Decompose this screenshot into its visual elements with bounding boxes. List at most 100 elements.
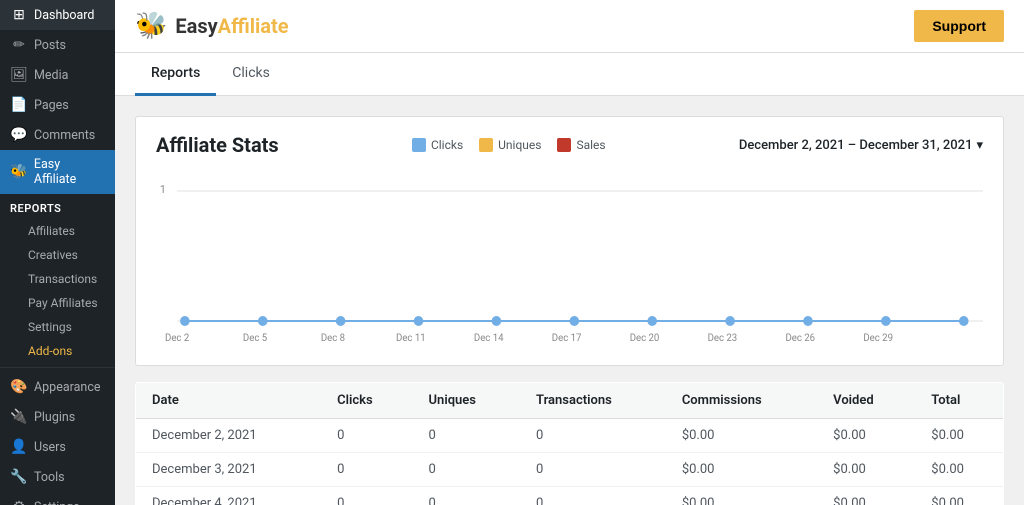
table-body: December 2, 2021000$0.00$0.00$0.00Decemb… xyxy=(136,419,1004,505)
sidebar-item-users[interactable]: 👤 Users xyxy=(0,432,115,462)
cell-1-5: $0.00 xyxy=(817,453,915,487)
cell-1-0: December 3, 2021 xyxy=(136,453,322,487)
comments-icon: 💬 xyxy=(10,127,28,143)
sidebar-item-easy-affiliate[interactable]: 🐝 Easy Affiliate xyxy=(0,150,115,194)
sidebar-item-dashboard[interactable]: ⊞ Dashboard xyxy=(0,0,115,30)
svg-text:Dec 14: Dec 14 xyxy=(474,333,504,344)
sidebar-sub-settings[interactable]: Settings xyxy=(0,315,115,339)
cell-0-4: $0.00 xyxy=(666,419,817,453)
svg-text:Dec 17: Dec 17 xyxy=(552,333,582,344)
legend-uniques-label: Uniques xyxy=(498,138,541,152)
svg-text:Dec 23: Dec 23 xyxy=(708,333,738,344)
cell-2-5: $0.00 xyxy=(817,487,915,505)
svg-text:Dec 29: Dec 29 xyxy=(863,333,893,344)
sidebar-item-label: Appearance xyxy=(34,380,101,395)
tab-reports[interactable]: Reports xyxy=(135,53,216,96)
svg-text:Dec 2: Dec 2 xyxy=(165,333,190,344)
sidebar-item-tools[interactable]: 🔧 Tools xyxy=(0,462,115,492)
col-voided: Voided xyxy=(817,383,915,419)
chart-svg: 1 xyxy=(156,173,983,353)
svg-text:Dec 20: Dec 20 xyxy=(630,333,660,344)
cell-0-0: December 2, 2021 xyxy=(136,419,322,453)
stats-table: Date Clicks Uniques Transactions Commiss… xyxy=(135,382,1004,505)
logo: 🐝 EasyAffiliate xyxy=(135,11,289,41)
col-transactions: Transactions xyxy=(520,383,666,419)
legend-clicks: Clicks xyxy=(412,138,463,152)
cell-0-1: 0 xyxy=(321,419,412,453)
sidebar-sub-affiliates[interactable]: Affiliates xyxy=(0,219,115,243)
sidebar-sub-transactions[interactable]: Transactions xyxy=(0,267,115,291)
logo-affiliate: Affiliate xyxy=(218,14,289,38)
legend-clicks-dot xyxy=(412,138,426,152)
cell-0-6: $0.00 xyxy=(915,419,1003,453)
reports-section-label: Reports xyxy=(0,194,115,219)
sidebar-sub-pay-affiliates[interactable]: Pay Affiliates xyxy=(0,291,115,315)
col-clicks: Clicks xyxy=(321,383,412,419)
chart-wrapper: 1 xyxy=(156,173,983,353)
legend-clicks-label: Clicks xyxy=(431,138,463,152)
cell-1-3: 0 xyxy=(520,453,666,487)
legend-sales-dot xyxy=(557,138,571,152)
table-row: December 4, 2021000$0.00$0.00$0.00 xyxy=(136,487,1004,505)
sidebar-item-pages[interactable]: 📄 Pages xyxy=(0,90,115,120)
cell-2-4: $0.00 xyxy=(666,487,817,505)
cell-2-1: 0 xyxy=(321,487,412,505)
sidebar-item-plugins[interactable]: 🔌 Plugins xyxy=(0,402,115,432)
tab-clicks[interactable]: Clicks xyxy=(216,53,286,96)
cell-1-1: 0 xyxy=(321,453,412,487)
chart-title: Affiliate Stats xyxy=(156,133,279,157)
cell-0-5: $0.00 xyxy=(817,419,915,453)
chart-header: Affiliate Stats Clicks Uniques Sales xyxy=(156,133,983,157)
logo-easy: Easy xyxy=(175,14,217,38)
cell-2-6: $0.00 xyxy=(915,487,1003,505)
chart-container: Affiliate Stats Clicks Uniques Sales xyxy=(135,116,1004,366)
cell-0-2: 0 xyxy=(413,419,521,453)
col-uniques: Uniques xyxy=(413,383,521,419)
legend-sales: Sales xyxy=(557,138,605,152)
chevron-down-icon: ▾ xyxy=(976,138,983,153)
sidebar-item-label: Posts xyxy=(34,38,66,53)
sidebar-item-label: Pages xyxy=(34,98,69,113)
sidebar-item-comments[interactable]: 💬 Comments xyxy=(0,120,115,150)
bee-icon: 🐝 xyxy=(10,164,28,180)
chart-legend: Clicks Uniques Sales xyxy=(412,138,606,152)
sidebar-sub-addons[interactable]: Add-ons xyxy=(0,339,115,363)
media-icon: 🖼 xyxy=(10,67,28,83)
pages-icon: 📄 xyxy=(10,97,28,113)
legend-sales-label: Sales xyxy=(576,138,605,152)
sidebar-item-label: Media xyxy=(34,68,68,83)
sidebar-item-label: Tools xyxy=(34,470,65,485)
sidebar-item-posts[interactable]: ✏ Posts xyxy=(0,30,115,60)
main-content: 🐝 EasyAffiliate Support Reports Clicks A… xyxy=(115,0,1024,505)
sidebar-sub-creatives[interactable]: Creatives xyxy=(0,243,115,267)
svg-text:Dec 8: Dec 8 xyxy=(321,333,345,344)
sidebar-item-media[interactable]: 🖼 Media xyxy=(0,60,115,90)
sidebar: ⊞ Dashboard ✏ Posts 🖼 Media 📄 Pages 💬 Co… xyxy=(0,0,115,505)
legend-uniques-dot xyxy=(479,138,493,152)
sidebar-item-label: Plugins xyxy=(34,410,75,425)
svg-text:1: 1 xyxy=(160,183,166,196)
logo-bee-icon: 🐝 xyxy=(135,11,167,41)
appearance-icon: 🎨 xyxy=(10,379,28,395)
svg-text:Dec 11: Dec 11 xyxy=(396,333,426,344)
sidebar-item-settings[interactable]: ⚙ Settings xyxy=(0,492,115,505)
logo-text: EasyAffiliate xyxy=(175,14,288,38)
tabs-bar: Reports Clicks xyxy=(115,53,1024,96)
cell-2-2: 0 xyxy=(413,487,521,505)
svg-text:Dec 26: Dec 26 xyxy=(785,333,815,344)
tools-icon: 🔧 xyxy=(10,469,28,485)
col-commissions: Commissions xyxy=(666,383,817,419)
cell-2-3: 0 xyxy=(520,487,666,505)
table-row: December 3, 2021000$0.00$0.00$0.00 xyxy=(136,453,1004,487)
svg-text:Dec 5: Dec 5 xyxy=(243,333,268,344)
sidebar-item-appearance[interactable]: 🎨 Appearance xyxy=(0,372,115,402)
cell-0-3: 0 xyxy=(520,419,666,453)
sidebar-item-label: Settings xyxy=(34,500,80,505)
sidebar-item-label: Easy Affiliate xyxy=(34,157,105,187)
date-range-picker[interactable]: December 2, 2021 – December 31, 2021 ▾ xyxy=(739,138,983,153)
support-button[interactable]: Support xyxy=(914,10,1004,42)
sidebar-item-label: Dashboard xyxy=(34,8,94,23)
sidebar-item-label: Comments xyxy=(34,128,95,143)
dashboard-icon: ⊞ xyxy=(10,7,28,23)
col-date: Date xyxy=(136,383,322,419)
